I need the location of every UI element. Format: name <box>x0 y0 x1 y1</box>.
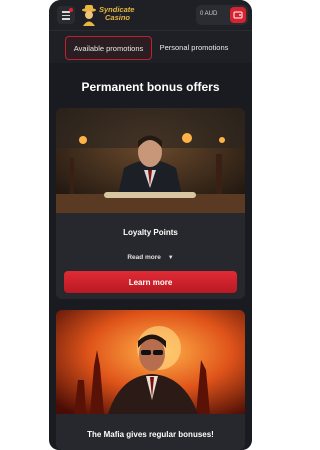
top-bar: Syndicate Casino 0 AUD <box>49 0 252 31</box>
offer-card-loyalty: Loyalty Points Read more ▼ Learn more <box>56 108 245 299</box>
chevron-down-icon: ▼ <box>167 255 174 261</box>
offer-card-mafia-bonuses: The Mafia gives regular bonuses! <box>56 310 245 450</box>
offer-image-mafia-boss <box>56 310 245 414</box>
balance-amount: 0 AUD <box>200 11 218 17</box>
menu-button[interactable] <box>57 6 75 24</box>
logo-text-line2: Casino <box>105 13 131 22</box>
read-more-toggle[interactable]: Read more ▼ <box>56 254 245 261</box>
promotion-tabs: Available promotions Personal promotions <box>49 31 252 63</box>
app-screen: Syndicate Casino 0 AUD Available promoti… <box>49 0 252 450</box>
tab-available-promotions[interactable]: Available promotions <box>65 36 152 60</box>
logo[interactable]: Syndicate Casino <box>81 3 141 27</box>
wallet-button[interactable] <box>230 7 246 23</box>
offer-image-mobster-at-table <box>56 108 245 213</box>
section-title: Permanent bonus offers <box>81 80 220 94</box>
offer-title: Loyalty Points <box>123 228 178 237</box>
offer-title: The Mafia gives regular bonuses! <box>87 430 214 439</box>
balance-widget[interactable]: 0 AUD <box>196 5 248 25</box>
tab-personal-promotions[interactable]: Personal promotions <box>153 36 235 58</box>
notification-dot <box>69 8 73 12</box>
learn-more-button[interactable]: Learn more <box>64 271 237 293</box>
mobster-logo-icon <box>82 5 96 26</box>
wallet-icon <box>233 11 243 19</box>
read-more-label: Read more <box>127 254 161 261</box>
